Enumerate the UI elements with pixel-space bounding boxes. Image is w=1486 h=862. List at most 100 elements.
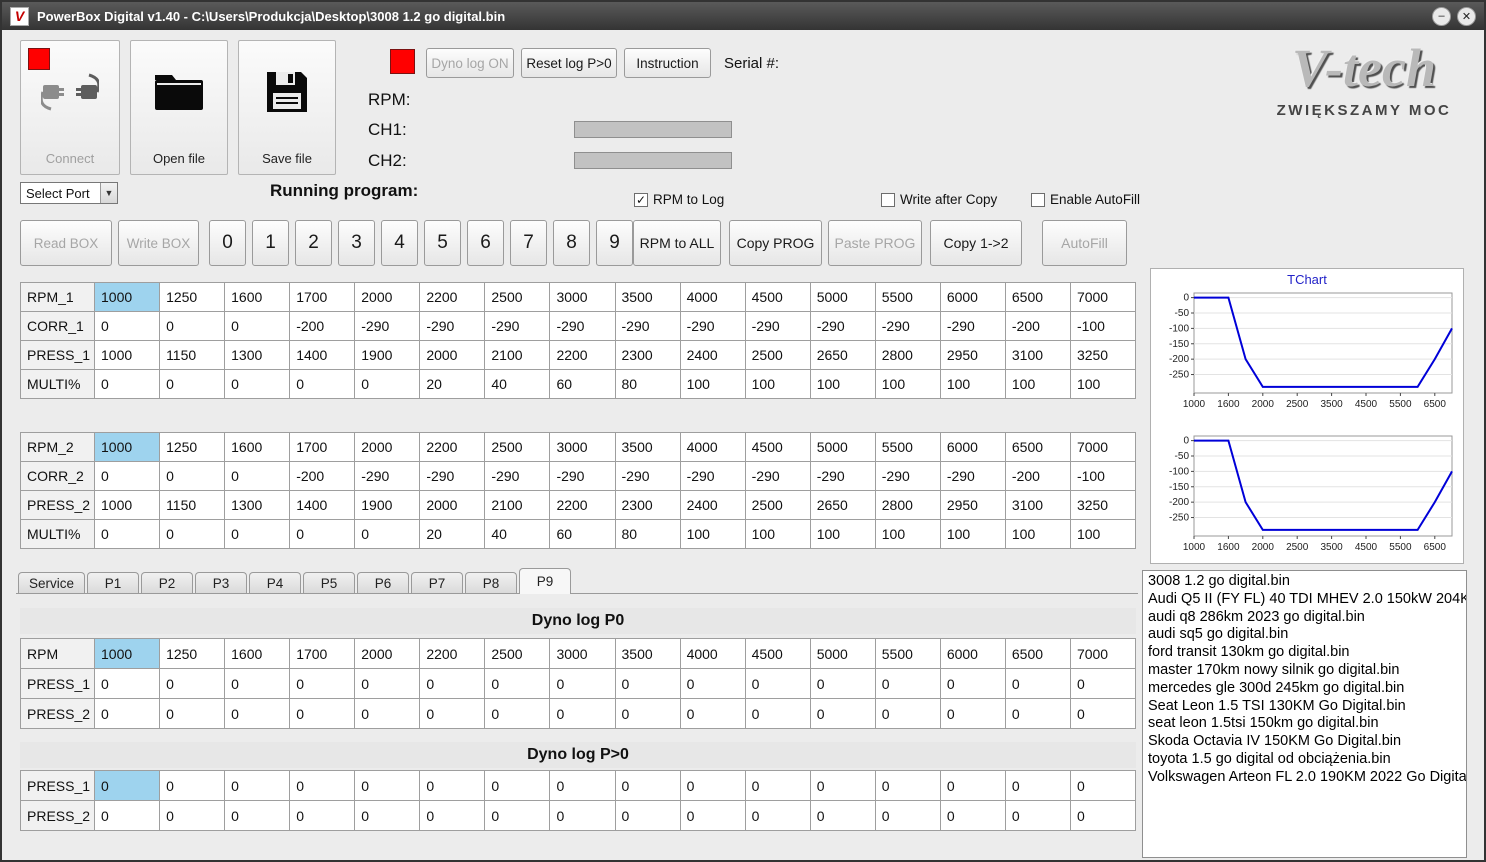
- digit-button-0[interactable]: 0: [209, 220, 246, 266]
- table-cell[interactable]: -290: [614, 311, 681, 341]
- table-cell[interactable]: 0: [354, 770, 421, 801]
- table-cell[interactable]: 5500: [874, 432, 941, 462]
- table-cell[interactable]: 1300: [224, 340, 291, 370]
- file-list-item[interactable]: Seat Leon 1.5 TSI 130KM Go Digital.bin: [1143, 698, 1466, 716]
- table-cell[interactable]: 0: [159, 519, 226, 549]
- table-cell[interactable]: 2300: [614, 490, 681, 520]
- table-cell[interactable]: 2500: [744, 340, 811, 370]
- table-cell[interactable]: 3250: [1069, 340, 1137, 370]
- open-file-button[interactable]: Open file: [130, 40, 228, 175]
- table-cell[interactable]: -290: [614, 461, 681, 491]
- table-cell[interactable]: 0: [614, 698, 681, 729]
- table-cell[interactable]: 2000: [354, 638, 421, 669]
- table-cell[interactable]: -290: [354, 461, 421, 491]
- table-cell[interactable]: -200: [1004, 461, 1071, 491]
- table-cell[interactable]: 0: [354, 668, 421, 699]
- table-cell[interactable]: 2400: [679, 340, 746, 370]
- table-cell[interactable]: 100: [874, 519, 941, 549]
- table-cell[interactable]: 1600: [224, 282, 291, 312]
- table-cell[interactable]: -290: [679, 461, 746, 491]
- table-cell[interactable]: 1600: [224, 638, 291, 669]
- table-cell[interactable]: 1250: [159, 638, 226, 669]
- table-cell[interactable]: 0: [549, 800, 616, 831]
- table-cell[interactable]: 0: [1004, 668, 1071, 699]
- tab-p9[interactable]: P9: [519, 568, 572, 594]
- dyno-log-button[interactable]: Dyno log ON: [426, 48, 514, 78]
- table-cell[interactable]: 0: [939, 698, 1006, 729]
- digit-button-6[interactable]: 6: [467, 220, 504, 266]
- table-cell[interactable]: 2100: [484, 490, 551, 520]
- table-cell[interactable]: 0: [744, 698, 811, 729]
- table-cell[interactable]: 1400: [289, 340, 356, 370]
- table-cell[interactable]: 100: [1004, 369, 1071, 399]
- table-cell[interactable]: 0: [1069, 698, 1137, 729]
- table-cell[interactable]: 0: [874, 800, 941, 831]
- rpm-to-log-checkbox[interactable]: ✓ RPM to Log: [634, 192, 724, 207]
- table-cell[interactable]: 0: [354, 698, 421, 729]
- table-cell[interactable]: -290: [549, 311, 616, 341]
- table-cell[interactable]: 0: [809, 770, 876, 801]
- table-cell[interactable]: -100: [1069, 461, 1137, 491]
- chevron-down-icon[interactable]: ▼: [100, 183, 117, 203]
- table-cell[interactable]: 0: [549, 668, 616, 699]
- table-cell[interactable]: 1900: [354, 490, 421, 520]
- table-cell[interactable]: 100: [1069, 369, 1137, 399]
- table-cell[interactable]: 1000: [93, 638, 161, 669]
- table-cell[interactable]: 100: [939, 369, 1006, 399]
- table-cell[interactable]: 4500: [744, 638, 811, 669]
- table-cell[interactable]: 1400: [289, 490, 356, 520]
- table-cell[interactable]: 0: [159, 311, 226, 341]
- table-cell[interactable]: 0: [224, 369, 291, 399]
- read-box-button[interactable]: Read BOX: [20, 220, 112, 266]
- tab-p8[interactable]: P8: [465, 572, 518, 594]
- table-cell[interactable]: 1250: [159, 282, 226, 312]
- table-cell[interactable]: 6000: [939, 282, 1006, 312]
- table-cell[interactable]: 40: [484, 519, 551, 549]
- table-cell[interactable]: 0: [809, 800, 876, 831]
- table-cell[interactable]: 2200: [549, 340, 616, 370]
- table-cell[interactable]: 80: [614, 369, 681, 399]
- table-cell[interactable]: 7000: [1069, 282, 1137, 312]
- file-list[interactable]: 3008 1.2 go digital.bin Audi Q5 II (FY FL…: [1142, 570, 1467, 858]
- table-cell[interactable]: -290: [809, 461, 876, 491]
- table-cell[interactable]: 100: [874, 369, 941, 399]
- table-cell[interactable]: 4000: [679, 432, 746, 462]
- table-cell[interactable]: 100: [939, 519, 1006, 549]
- table-cell[interactable]: 100: [1004, 519, 1071, 549]
- table-cell[interactable]: 3250: [1069, 490, 1137, 520]
- table-cell[interactable]: 0: [289, 800, 356, 831]
- table-cell[interactable]: 0: [939, 770, 1006, 801]
- table-cell[interactable]: 3100: [1004, 340, 1071, 370]
- table-cell[interactable]: -290: [874, 461, 941, 491]
- table-cell[interactable]: 1700: [289, 282, 356, 312]
- table-cell[interactable]: 0: [159, 770, 226, 801]
- table-cell[interactable]: 0: [679, 668, 746, 699]
- table-cell[interactable]: 0: [679, 770, 746, 801]
- table-cell[interactable]: 2000: [354, 432, 421, 462]
- table-cell[interactable]: 0: [224, 311, 291, 341]
- table-cell[interactable]: 0: [354, 369, 421, 399]
- checkbox-box[interactable]: [881, 192, 895, 207]
- table-cell[interactable]: 0: [93, 311, 161, 341]
- table-cell[interactable]: 2200: [419, 282, 486, 312]
- table-cell[interactable]: 0: [159, 369, 226, 399]
- table-cell[interactable]: 1900: [354, 340, 421, 370]
- table-cell[interactable]: 0: [159, 461, 226, 491]
- table-cell[interactable]: 0: [93, 800, 161, 831]
- digit-button-4[interactable]: 4: [381, 220, 418, 266]
- table-cell[interactable]: 0: [614, 800, 681, 831]
- table-cell[interactable]: 3500: [614, 432, 681, 462]
- table-cell[interactable]: -290: [549, 461, 616, 491]
- file-list-item[interactable]: seat leon 1.5tsi 150km go digital.bin: [1143, 715, 1466, 733]
- table-cell[interactable]: 0: [93, 698, 161, 729]
- instruction-button[interactable]: Instruction: [624, 48, 711, 78]
- table-cell[interactable]: -290: [484, 461, 551, 491]
- table-cell[interactable]: 1000: [93, 490, 161, 520]
- digit-button-9[interactable]: 9: [596, 220, 633, 266]
- table-cell[interactable]: 0: [744, 800, 811, 831]
- table-cell[interactable]: 1150: [159, 490, 226, 520]
- table-cell[interactable]: 60: [549, 369, 616, 399]
- table-cell[interactable]: 0: [159, 800, 226, 831]
- table-cell[interactable]: 5500: [874, 282, 941, 312]
- table-cell[interactable]: 7000: [1069, 432, 1137, 462]
